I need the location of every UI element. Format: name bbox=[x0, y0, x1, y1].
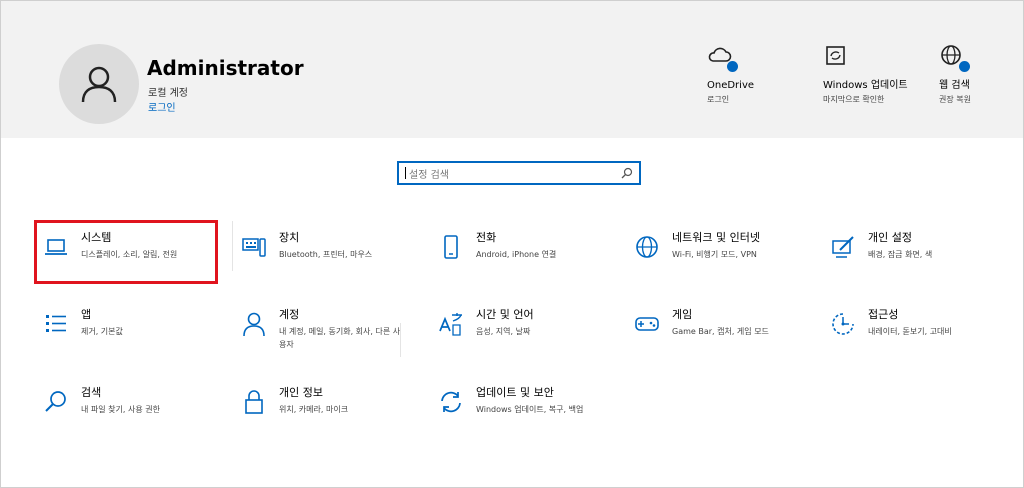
tile-privacy[interactable]: 개인 정보 위치, 카메라, 마이크 bbox=[241, 385, 411, 441]
settings-search-box[interactable]: 설정 검색 bbox=[397, 161, 641, 185]
tile-description: 내 파일 찾기, 사용 권한 bbox=[81, 405, 160, 414]
tile-time-language[interactable]: 시간 및 언어 음성, 지역, 날짜 bbox=[438, 307, 618, 363]
quick-title: OneDrive bbox=[707, 80, 755, 91]
tile-gaming[interactable]: 게임 Game Bar, 캡처, 게임 모드 bbox=[634, 307, 814, 363]
tile-description: Windows 업데이트, 복구, 백업 bbox=[476, 405, 584, 414]
tile-accounts[interactable]: 계정 내 계정, 메일, 동기화, 회사, 다른 사용자 bbox=[241, 307, 401, 363]
keyboard-icon bbox=[242, 238, 266, 257]
quick-onedrive[interactable]: OneDrive 로그인 bbox=[707, 43, 797, 106]
tile-description: Game Bar, 캡처, 게임 모드 bbox=[672, 327, 769, 336]
sync-icon bbox=[441, 391, 461, 413]
tile-label: 전화 bbox=[476, 231, 497, 244]
tile-network[interactable]: 네트워크 및 인터넷 Wi-Fi, 비행기 모드, VPN bbox=[634, 230, 814, 286]
user-icon bbox=[81, 66, 117, 103]
divider bbox=[232, 221, 233, 271]
search-icon bbox=[45, 391, 66, 412]
lock-icon bbox=[245, 390, 263, 414]
accessibility-icon bbox=[832, 313, 854, 335]
tile-description: Android, iPhone 연결 bbox=[476, 250, 557, 259]
gamepad-icon bbox=[635, 317, 659, 331]
tile-label: 앱 bbox=[81, 308, 92, 321]
update-icon bbox=[826, 46, 845, 65]
tile-label: 네트워크 및 인터넷 bbox=[672, 231, 760, 244]
tile-label: 시간 및 언어 bbox=[476, 308, 534, 321]
tile-update-security[interactable]: 업데이트 및 보안 Windows 업데이트, 복구, 백업 bbox=[438, 385, 618, 441]
tile-description: 위치, 카메라, 마이크 bbox=[279, 405, 349, 414]
apps-list-icon bbox=[46, 315, 66, 332]
avatar[interactable] bbox=[59, 44, 139, 124]
search-icon[interactable] bbox=[621, 167, 633, 179]
tile-label: 장치 bbox=[279, 231, 300, 244]
tile-label: 시스템 bbox=[81, 231, 112, 244]
signin-link[interactable]: 로그인 bbox=[148, 99, 176, 114]
tile-description: 제거, 기본값 bbox=[81, 327, 123, 336]
time-language-icon bbox=[439, 313, 462, 336]
tile-label: 개인 정보 bbox=[279, 386, 323, 399]
text-cursor bbox=[405, 167, 406, 179]
globe-icon bbox=[636, 236, 658, 258]
status-dot bbox=[959, 61, 970, 72]
status-dot bbox=[727, 61, 738, 72]
tile-description: 디스플레이, 소리, 알림, 전원 bbox=[81, 250, 178, 259]
tile-label: 게임 bbox=[672, 308, 693, 321]
tile-description: 음성, 지역, 날짜 bbox=[476, 327, 531, 336]
tile-phone[interactable]: 전화 Android, iPhone 연결 bbox=[438, 230, 618, 286]
tile-description: Wi-Fi, 비행기 모드, VPN bbox=[672, 250, 757, 259]
tile-label: 개인 설정 bbox=[868, 231, 912, 244]
search-input[interactable]: 설정 검색 bbox=[409, 166, 621, 181]
account-type: 로컬 계정 bbox=[148, 88, 188, 99]
quick-sub: 로그인 bbox=[707, 95, 730, 104]
tile-apps[interactable]: 앱 제거, 기본값 bbox=[43, 307, 223, 363]
paintbrush-icon bbox=[832, 236, 854, 258]
account-header: Administrator 로컬 계정 로그인 OneDrive 로그인 Win… bbox=[1, 1, 1023, 138]
tile-devices[interactable]: 장치 Bluetooth, 프린터, 마우스 bbox=[241, 230, 411, 286]
tile-label: 업데이트 및 보안 bbox=[476, 386, 554, 399]
quick-title: Windows 업데이트 bbox=[823, 80, 908, 91]
quick-windows-update[interactable]: Windows 업데이트 마지막으로 확인한 bbox=[823, 43, 913, 106]
tile-accessibility[interactable]: 접근성 내레이터, 돋보기, 고대비 bbox=[830, 307, 1010, 363]
tile-label: 검색 bbox=[81, 386, 102, 399]
phone-icon bbox=[444, 235, 458, 259]
quick-sub: 권장 복원 bbox=[939, 95, 971, 104]
tile-search[interactable]: 검색 내 파일 찾기, 사용 권한 bbox=[43, 385, 223, 441]
user-name: Administrator bbox=[147, 56, 304, 80]
laptop-icon bbox=[45, 239, 67, 255]
tile-description: Bluetooth, 프린터, 마우스 bbox=[279, 250, 373, 259]
tile-description: 배경, 잠금 화면, 색 bbox=[868, 250, 933, 259]
tile-description: 내 계정, 메일, 동기화, 회사, 다른 사용자 bbox=[279, 327, 401, 349]
quick-sub: 마지막으로 확인한 bbox=[823, 95, 885, 104]
tile-label: 접근성 bbox=[868, 308, 899, 321]
quick-title: 웹 검색 bbox=[939, 80, 970, 91]
tile-label: 계정 bbox=[279, 308, 300, 321]
tile-personalization[interactable]: 개인 설정 배경, 잠금 화면, 색 bbox=[830, 230, 1010, 286]
person-icon bbox=[243, 312, 265, 337]
quick-web-search[interactable]: 웹 검색 권장 복원 bbox=[939, 43, 1024, 106]
tile-system[interactable]: 시스템 디스플레이, 소리, 알림, 전원 bbox=[43, 230, 223, 286]
tile-description: 내레이터, 돋보기, 고대비 bbox=[868, 327, 952, 336]
